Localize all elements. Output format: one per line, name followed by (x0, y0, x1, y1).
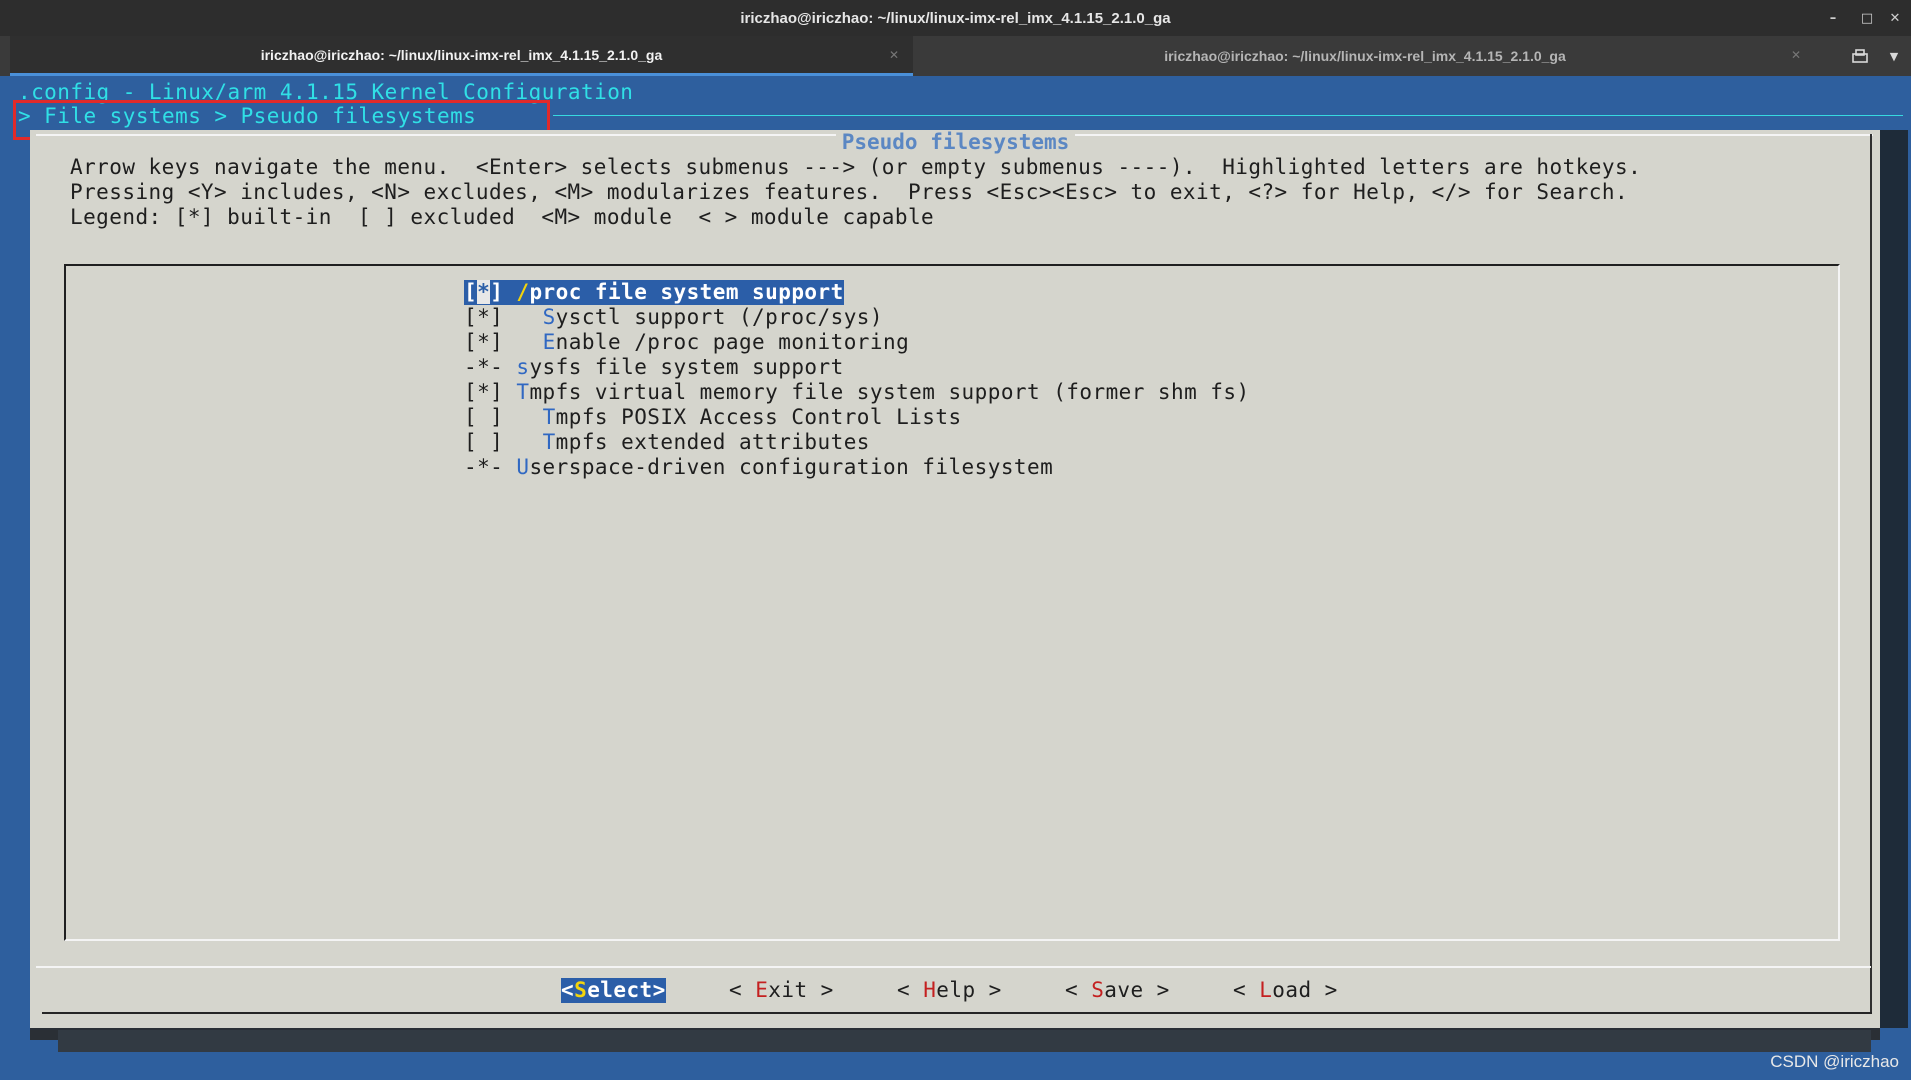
menu-item-proc-page-monitor[interactable]: [*] Enable /proc page monitoring (464, 330, 909, 355)
menu-item-label: mpfs virtual memory file system support … (529, 380, 1250, 404)
help-button[interactable]: < Help > (897, 978, 1002, 1003)
hotkey-letter: s (516, 355, 530, 379)
save-button[interactable]: < Save > (1065, 978, 1170, 1003)
dialog-border-bottom (42, 1012, 1872, 1014)
menu-item-sysctl[interactable]: [*] Sysctl support (/proc/sys) (464, 305, 883, 330)
help-line-2: Pressing <Y> includes, <N> excludes, <M>… (70, 180, 1629, 204)
menu-item-label: nable /proc page monitoring (555, 330, 910, 354)
legend-line: Legend: [*] built-in [ ] excluded <M> mo… (70, 205, 935, 229)
window-title: iriczhao@iriczhao: ~/linux/linux-imx-rel… (740, 9, 1171, 27)
menu-item-label: mpfs POSIX Access Control Lists (555, 405, 962, 429)
hotkey-letter: T (516, 380, 530, 404)
help-line-1: Arrow keys navigate the menu. <Enter> se… (70, 155, 1642, 179)
tab-terminal-1[interactable]: iriczhao@iriczhao: ~/linux/linux-imx-rel… (10, 36, 913, 76)
dialog-shadow (58, 1030, 1871, 1052)
menu-item-label: ysctl support (/proc/sys) (555, 305, 883, 329)
menu-item-proc-fs[interactable]: [*] /proc file system support (464, 280, 844, 305)
hotkey-letter: U (516, 455, 530, 479)
tab-close-icon[interactable]: ✕ (889, 48, 899, 62)
tab-label: iriczhao@iriczhao: ~/linux/linux-imx-rel… (260, 46, 663, 63)
menu-item-label: proc file system support (529, 280, 844, 304)
menu-list-box (64, 264, 1840, 941)
dialog-border-right (1870, 134, 1872, 1014)
menu-item-sysfs[interactable]: -*- sysfs file system support (464, 355, 844, 380)
menu-item-configfs[interactable]: -*- Userspace-driven configuration files… (464, 455, 1053, 480)
hotkey-letter: T (542, 405, 556, 429)
hotkey-letter: S (542, 305, 556, 329)
breadcrumb-rule (553, 115, 1903, 116)
text-cursor: * (477, 280, 491, 304)
tab-close-icon[interactable]: ✕ (1791, 48, 1801, 62)
menu-item-tmpfs[interactable]: [*] Tmpfs virtual memory file system sup… (464, 380, 1250, 405)
dialog-title: Pseudo filesystems (0, 130, 1911, 155)
close-icon[interactable]: ✕ (1878, 0, 1911, 36)
terminal-tab-bar: iriczhao@iriczhao: ~/linux/linux-imx-rel… (0, 36, 1911, 76)
select-button[interactable]: <Select> (561, 978, 666, 1003)
menu-item-label: serspace-driven configuration filesystem (529, 455, 1054, 479)
load-button[interactable]: < Load > (1233, 978, 1338, 1003)
menu-item-tmpfs-posix-acl[interactable]: [ ] Tmpfs POSIX Access Control Lists (464, 405, 962, 430)
hotkey-letter: / (516, 280, 530, 304)
tab-menu-chevron-down-icon[interactable]: ▼ (1884, 36, 1904, 76)
hotkey-letter: E (542, 330, 556, 354)
tab-label: iriczhao@iriczhao: ~/linux/linux-imx-rel… (1164, 48, 1566, 64)
minimize-icon[interactable]: – (1816, 0, 1850, 36)
buttons-separator (36, 966, 1871, 968)
hotkey-letter: T (542, 430, 556, 454)
watermark: CSDN @iriczhao (1770, 1052, 1899, 1071)
menu-item-tmpfs-xattr[interactable]: [ ] Tmpfs extended attributes (464, 430, 870, 455)
menu-item-label: mpfs extended attributes (555, 430, 870, 454)
menu-item-label: ysfs file system support (529, 355, 844, 379)
new-tab-icon[interactable] (1848, 36, 1872, 76)
exit-button[interactable]: < Exit > (729, 978, 834, 1003)
window-titlebar: iriczhao@iriczhao: ~/linux/linux-imx-rel… (0, 0, 1911, 36)
tab-terminal-2[interactable]: iriczhao@iriczhao: ~/linux/linux-imx-rel… (915, 36, 1815, 76)
